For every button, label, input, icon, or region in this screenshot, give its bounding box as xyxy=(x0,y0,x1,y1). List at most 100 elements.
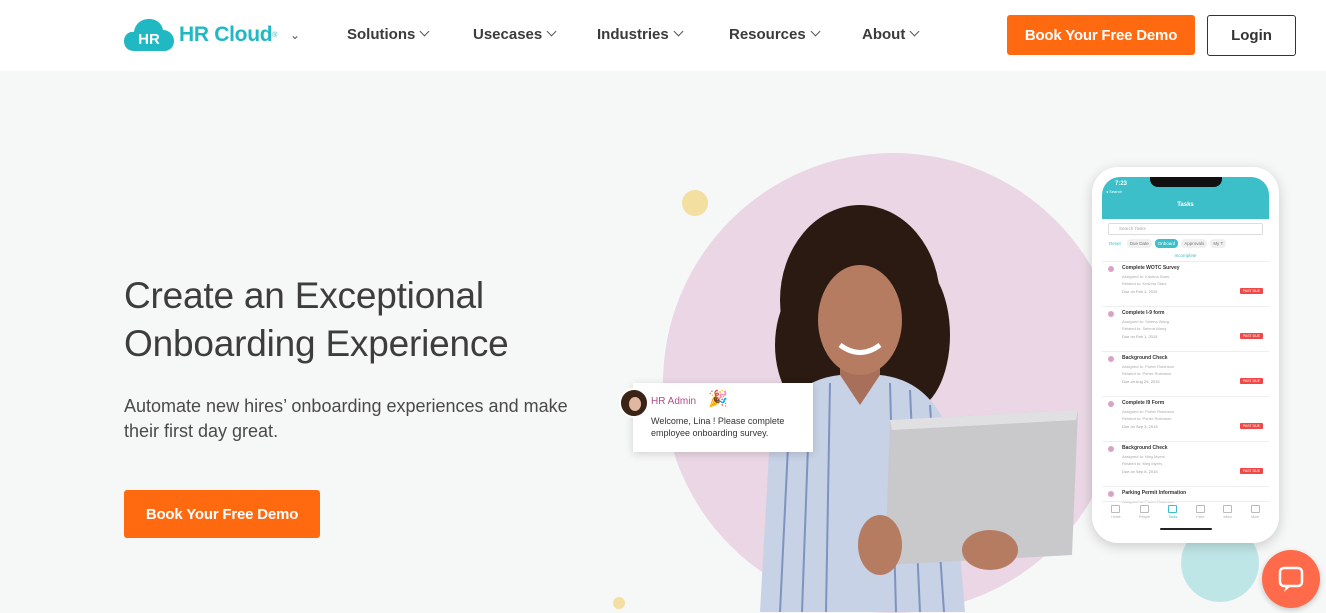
hero-subtitle: Automate new hires’ onboarding experienc… xyxy=(124,396,568,441)
more-icon xyxy=(1250,505,1260,513)
tab-label: Tasks xyxy=(1168,515,1178,519)
tab-label: More xyxy=(1251,515,1260,519)
hr-cloud-logo[interactable]: HR HR Cloud ® xyxy=(124,17,277,53)
task-status-badge: PAST DUE xyxy=(1239,333,1263,339)
phone-header: 7:23 ◂ Search Tasks xyxy=(1102,177,1269,219)
decorative-dot xyxy=(613,597,625,609)
task-related: Related to: Meg Myers xyxy=(1122,461,1163,466)
phone-task-item: Complete I9 Form Assigned to: Porter Rob… xyxy=(1102,396,1269,441)
task-related: Related to: Porter Robinson xyxy=(1122,371,1172,376)
chevron-down-icon xyxy=(810,26,821,37)
phone-status-filter: Incomplete xyxy=(1174,253,1197,258)
phone-task-item: Complete WOTC Survey Assigned to: Krishn… xyxy=(1102,261,1269,306)
phone-tab-people: People xyxy=(1139,505,1150,527)
task-title: Complete I-9 form xyxy=(1122,310,1165,316)
hero-title: Create an Exceptional Onboarding Experie… xyxy=(124,275,509,364)
phone-tab-tasks: Tasks xyxy=(1168,505,1178,527)
task-related: Related to: Selena Wang xyxy=(1122,326,1167,331)
tasks-icon xyxy=(1168,505,1178,513)
task-title: Background Check xyxy=(1122,355,1168,361)
nav-label: Usecases xyxy=(473,26,543,43)
task-icon xyxy=(1108,446,1114,452)
task-assigned: Assigned to: Porter Robinson xyxy=(1122,364,1175,369)
hr-admin-avatar xyxy=(619,388,649,418)
nav-label: Solutions xyxy=(347,26,416,43)
chevron-down-icon xyxy=(546,26,557,37)
phone-search-field: Search Tasks xyxy=(1108,223,1263,235)
task-related: Related to: Krishna Stars xyxy=(1122,281,1167,286)
book-demo-button-nav[interactable]: Book Your Free Demo xyxy=(1007,15,1195,55)
task-due: Due on Sep 3, 2015 xyxy=(1122,424,1158,429)
task-due: Due on Aug 29, 2015 xyxy=(1122,379,1160,384)
chat-bubble-icon xyxy=(1278,566,1304,592)
registered-mark: ® xyxy=(272,31,278,39)
task-icon xyxy=(1108,311,1114,317)
phone-task-item: Background Check Assigned to: Meg Myers … xyxy=(1102,441,1269,486)
chat-widget-button[interactable] xyxy=(1262,550,1320,608)
phone-filter-my: My T xyxy=(1210,239,1227,248)
phone-tab-bar: Home People Tasks Feed Inbox More xyxy=(1102,501,1269,527)
phone-tab-more: More xyxy=(1250,505,1260,527)
chevron-down-icon xyxy=(909,26,920,37)
party-popper-icon: 🎉 xyxy=(708,391,728,408)
phone-filter-due-date: Due Date xyxy=(1126,239,1152,248)
phone-filter-row: Reset Due Date Onboard Approvals My T xyxy=(1102,239,1269,248)
toast-sender-name: HR Admin xyxy=(651,396,697,407)
task-title: Complete WOTC Survey xyxy=(1122,265,1180,271)
task-icon xyxy=(1108,401,1114,407)
task-status-badge: PAST DUE xyxy=(1239,468,1263,474)
nav-label: Industries xyxy=(597,26,669,43)
inbox-icon xyxy=(1223,505,1233,513)
tab-label: Feed xyxy=(1196,515,1205,519)
task-assigned: Assigned to: Krishna Stars xyxy=(1122,274,1170,279)
nav-label: About xyxy=(862,26,906,43)
phone-filter-reset: Reset xyxy=(1109,241,1121,246)
phone-task-item: Complete I-9 form Assigned to: Selena Wa… xyxy=(1102,306,1269,351)
task-assigned: Assigned to: Meg Myers xyxy=(1122,454,1165,459)
toast-message: Welcome, Lina ! Please complete employee… xyxy=(651,416,785,438)
task-status-badge: PAST DUE xyxy=(1239,423,1263,429)
home-icon xyxy=(1111,505,1121,513)
logo-wordmark: HR Cloud xyxy=(179,23,273,46)
nav-item-about[interactable]: About xyxy=(862,26,920,43)
phone-filter-onboard: Onboard xyxy=(1154,239,1179,248)
top-navigation: HR HR Cloud ® ⌄ Solutions Usecases Indust… xyxy=(0,0,1326,71)
phone-screen: 7:23 ◂ Search Tasks Search Tasks Reset D… xyxy=(1102,177,1269,533)
task-title: Background Check xyxy=(1122,445,1168,451)
tab-label: People xyxy=(1139,515,1150,519)
task-title: Complete I9 Form xyxy=(1122,400,1165,406)
phone-time: 7:23 xyxy=(1115,181,1128,187)
cloud-logo-icon: HR xyxy=(124,17,174,53)
task-icon xyxy=(1108,356,1114,362)
task-status-badge: PAST DUE xyxy=(1239,288,1263,294)
task-assigned: Assigned to: Selena Wang xyxy=(1122,319,1169,324)
phone-home-indicator xyxy=(1160,528,1212,530)
task-due: Due on Sep 8, 2015 xyxy=(1122,469,1158,474)
chevron-down-icon xyxy=(419,26,430,37)
login-button[interactable]: Login xyxy=(1207,15,1296,56)
book-demo-button-hero[interactable]: Book Your Free Demo xyxy=(124,490,320,538)
task-related: Related to: Porter Robinson xyxy=(1122,416,1172,421)
nav-item-resources[interactable]: Resources xyxy=(729,26,821,43)
phone-task-item: Background Check Assigned to: Porter Rob… xyxy=(1102,351,1269,396)
people-icon xyxy=(1139,505,1149,513)
task-due: Due on Feb 1, 2015 xyxy=(1122,334,1158,339)
tab-label: Home xyxy=(1111,515,1121,519)
phone-filter-approvals: Approvals xyxy=(1181,239,1208,248)
phone-tab-inbox: Inbox xyxy=(1223,505,1233,527)
nav-item-solutions[interactable]: Solutions xyxy=(347,26,430,43)
logo-chevron-down-icon[interactable]: ⌄ xyxy=(290,28,300,42)
phone-tab-feed: Feed xyxy=(1195,505,1205,527)
chevron-down-icon xyxy=(673,26,684,37)
phone-back-link: ◂ Search xyxy=(1106,189,1122,194)
nav-item-industries[interactable]: Industries xyxy=(597,26,684,43)
task-icon xyxy=(1108,266,1114,272)
task-assigned: Assigned to: Porter Robinson xyxy=(1122,409,1175,414)
nav-item-usecases[interactable]: Usecases xyxy=(473,26,557,43)
phone-mockup: 7:23 ◂ Search Tasks Search Tasks Reset D… xyxy=(1092,167,1279,543)
task-title: Parking Permit Information xyxy=(1122,490,1187,496)
task-status-badge: PAST DUE xyxy=(1239,378,1263,384)
task-icon xyxy=(1108,491,1114,497)
phone-notch xyxy=(1150,177,1222,187)
svg-text:HR: HR xyxy=(138,31,160,48)
